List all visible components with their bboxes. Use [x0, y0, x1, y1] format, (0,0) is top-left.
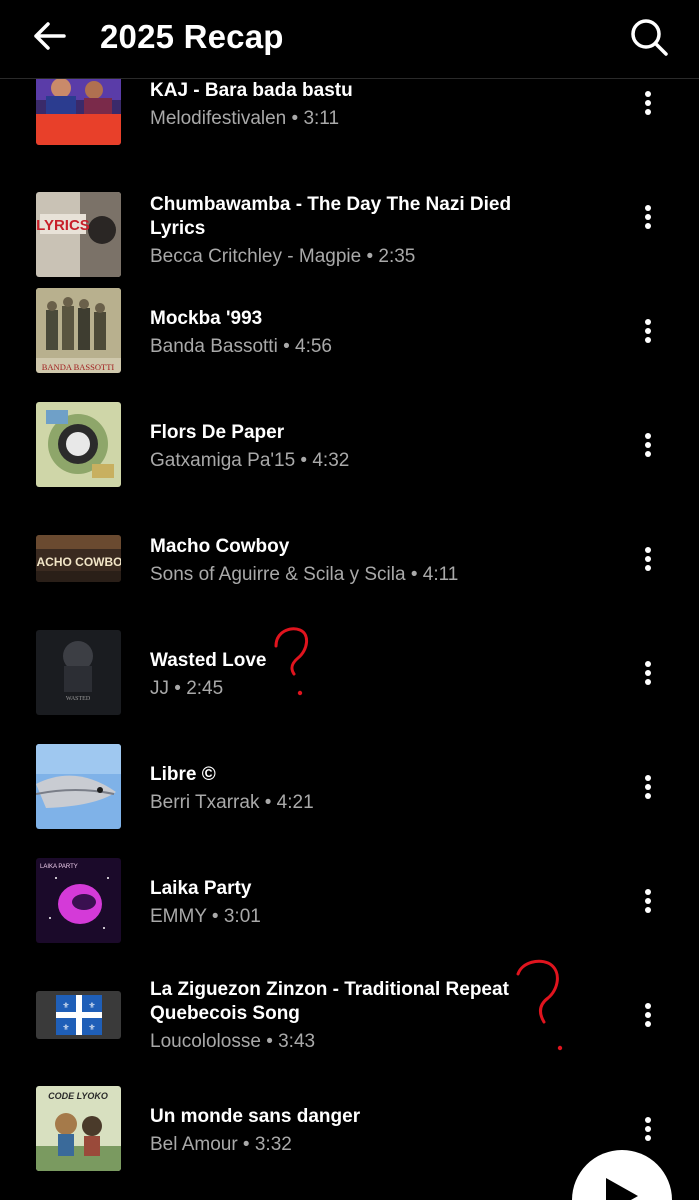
- track-title: Flors De Paper: [150, 422, 285, 443]
- track-list: KAJ - Bara bada bastu Melodifestivalen •…: [0, 0, 699, 1200]
- list-item[interactable]: ⚜ ⚜ ⚜ ⚜ La Ziguezon Zinzon - Traditional…: [0, 972, 699, 1082]
- track-subtitle: Sons of Aguirre & Scila y Scila • 4:11: [150, 564, 459, 585]
- play-icon: [606, 1178, 638, 1200]
- track-subtitle: Becca Critchley - Magpie • 2:35: [150, 246, 416, 267]
- svg-text:⚜: ⚜: [88, 1001, 95, 1010]
- track-text: KAJ - Bara bada bastu Melodifestivalen •…: [150, 79, 530, 131]
- track-title: Un monde sans danger: [150, 1106, 361, 1127]
- thumb-laika-text: LAIKA PARTY: [40, 864, 78, 870]
- more-options-icon[interactable]: [634, 85, 662, 121]
- more-options-icon[interactable]: [634, 541, 662, 577]
- page-title: 2025 Recap: [100, 18, 284, 55]
- track-text: Wasted Love JJ • 2:45: [150, 649, 530, 701]
- track-thumbnail: ⚜ ⚜ ⚜ ⚜: [36, 991, 121, 1039]
- thumb-macho-text: MACHO COWBOY: [36, 555, 121, 569]
- track-thumbnail: [36, 744, 121, 829]
- arrow-left-icon[interactable]: [28, 16, 72, 56]
- track-thumbnail: MACHO COWBOY: [36, 535, 121, 582]
- track-text: Chumbawamba - The Day The Nazi Died Lyri…: [150, 193, 530, 269]
- svg-text:⚜: ⚜: [62, 1001, 69, 1010]
- list-item[interactable]: Libre © Berri Txarrak • 4:21: [0, 744, 699, 844]
- more-options-icon[interactable]: [634, 655, 662, 691]
- track-thumbnail: LAIKA PARTY: [36, 858, 121, 943]
- track-text: Mockba '993 Banda Bassotti • 4:56: [150, 307, 530, 359]
- list-item[interactable]: BANDA BASSOTTI Mockba '993 Banda Bassott…: [0, 288, 699, 388]
- more-options-icon[interactable]: [634, 1111, 662, 1147]
- svg-text:⚜: ⚜: [88, 1023, 95, 1032]
- track-text: La Ziguezon Zinzon - Traditional Repeat …: [150, 978, 520, 1054]
- track-subtitle: EMMY • 3:01: [150, 906, 261, 927]
- list-item[interactable]: LYRICS Chumbawamba - The Day The Nazi Di…: [0, 174, 699, 277]
- track-subtitle: Melodifestivalen • 3:11: [150, 108, 340, 129]
- recap-playlist-screen: KAJ - Bara bada bastu Melodifestivalen •…: [0, 0, 699, 1200]
- more-options-icon[interactable]: [634, 313, 662, 349]
- track-text: Un monde sans danger Bel Amour • 3:32: [150, 1105, 530, 1157]
- thumb-lyrics-text: LYRICS: [36, 217, 90, 234]
- thumb-banda-text: BANDA BASSOTTI: [42, 362, 115, 372]
- track-thumbnail: WASTED: [36, 630, 121, 715]
- more-options-icon[interactable]: [634, 427, 662, 463]
- track-thumbnail: BANDA BASSOTTI: [36, 288, 121, 373]
- track-subtitle: Loucololosse • 3:43: [150, 1031, 316, 1052]
- track-title: KAJ - Bara bada bastu: [150, 80, 353, 101]
- list-item[interactable]: Flors De Paper Gatxamiga Pa'15 • 4:32: [0, 402, 699, 502]
- more-options-icon[interactable]: [634, 199, 662, 235]
- list-item[interactable]: LAIKA PARTY Laika Party EMMY • 3:01: [0, 858, 699, 958]
- track-subtitle: Banda Bassotti • 4:56: [150, 336, 332, 357]
- track-title: Libre ©: [150, 764, 216, 785]
- track-title: Macho Cowboy: [150, 536, 290, 557]
- track-thumbnail: CODE LYOKO: [36, 1086, 121, 1171]
- track-subtitle: Gatxamiga Pa'15 • 4:32: [150, 450, 350, 471]
- track-thumbnail: [36, 402, 121, 487]
- track-title: Mockba '993: [150, 308, 263, 329]
- more-options-icon[interactable]: [634, 997, 662, 1033]
- track-text: Flors De Paper Gatxamiga Pa'15 • 4:32: [150, 421, 530, 473]
- more-options-icon[interactable]: [634, 769, 662, 805]
- thumb-wasted-text: WASTED: [66, 696, 91, 702]
- track-title: Chumbawamba - The Day The Nazi Died Lyri…: [150, 194, 512, 239]
- track-title: Wasted Love: [150, 650, 267, 671]
- svg-text:⚜: ⚜: [62, 1023, 69, 1032]
- track-title: Laika Party: [150, 878, 252, 899]
- track-thumbnail: LYRICS: [36, 192, 121, 277]
- app-header: 2025 Recap: [0, 0, 699, 79]
- track-subtitle: JJ • 2:45: [150, 678, 224, 699]
- more-options-icon[interactable]: [634, 883, 662, 919]
- track-text: Laika Party EMMY • 3:01: [150, 877, 530, 929]
- thumb-code-lyoko-text: CODE LYOKO: [48, 1091, 108, 1101]
- track-subtitle: Bel Amour • 3:32: [150, 1134, 292, 1155]
- track-title: La Ziguezon Zinzon - Traditional Repeat …: [150, 979, 509, 1024]
- list-item[interactable]: MACHO COWBOY Macho Cowboy Sons of Aguirr…: [0, 516, 699, 616]
- track-text: Macho Cowboy Sons of Aguirre & Scila y S…: [150, 535, 530, 587]
- search-icon[interactable]: [626, 14, 672, 60]
- list-item[interactable]: WASTED Wasted Love JJ • 2:45: [0, 630, 699, 730]
- track-text: Libre © Berri Txarrak • 4:21: [150, 763, 530, 815]
- track-subtitle: Berri Txarrak • 4:21: [150, 792, 314, 813]
